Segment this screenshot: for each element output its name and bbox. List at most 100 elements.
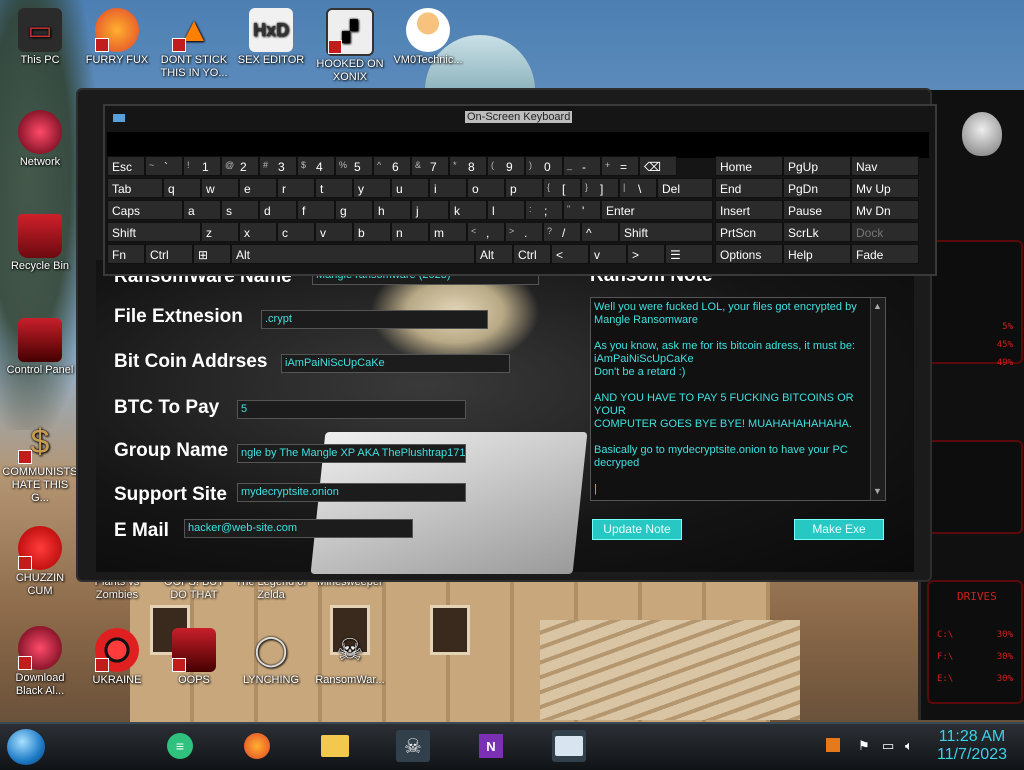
key-q[interactable]: q (163, 178, 201, 198)
key-mv-dn[interactable]: Mv Dn (851, 200, 919, 220)
btc-to-pay-field[interactable]: 5 (237, 400, 466, 419)
desktop-icon-sex-editor[interactable]: HxD SEX EDITOR (233, 8, 309, 67)
key-[interactable]: " ' (563, 200, 601, 220)
key-o[interactable]: o (467, 178, 505, 198)
desktop-icon-ransomware[interactable]: ☠ RansomWar... (312, 628, 388, 687)
key-alt[interactable]: Alt (231, 244, 475, 264)
ransomware-builder-icon[interactable]: ☠ (396, 730, 430, 762)
key-nav[interactable]: Nav (851, 156, 919, 176)
desktop-icon-vm0technic[interactable]: VM0Technic... (390, 8, 466, 67)
desktop-icon-control-panel[interactable]: Control Panel (2, 318, 78, 377)
desktop-icon-furry-fux[interactable]: FURRY FUX (79, 8, 155, 67)
file-extension-field[interactable]: .crypt (261, 310, 488, 329)
scroll-down-icon[interactable]: ▼ (873, 485, 882, 498)
key-5[interactable]: % 5 (335, 156, 373, 176)
key-1[interactable]: ! 1 (183, 156, 221, 176)
key-k[interactable]: k (449, 200, 487, 220)
key-m[interactable]: m (429, 222, 467, 242)
key-tab[interactable]: Tab (107, 178, 163, 198)
key-del[interactable]: Del (657, 178, 713, 198)
key-[interactable]: }] (581, 178, 619, 198)
key-dock[interactable]: Dock (851, 222, 919, 242)
key-prtscn[interactable]: PrtScn (715, 222, 783, 242)
key-shift[interactable]: Shift (619, 222, 713, 242)
key-r[interactable]: r (277, 178, 315, 198)
key-[interactable]: > (627, 244, 665, 264)
key-s[interactable]: s (221, 200, 259, 220)
key-enter[interactable]: Enter (601, 200, 713, 220)
key-6[interactable]: ^ 6 (373, 156, 411, 176)
key-pause[interactable]: Pause (783, 200, 851, 220)
key-8[interactable]: * 8 (449, 156, 487, 176)
key-mv-up[interactable]: Mv Up (851, 178, 919, 198)
ransom-note-textarea[interactable]: Well you were fucked LOL, your files got… (590, 297, 886, 501)
key-ctrl[interactable]: Ctrl (145, 244, 193, 264)
tray-app-icon[interactable] (826, 738, 840, 755)
bitcoin-address-field[interactable]: iAmPaiNiScUpCaKe (281, 354, 510, 373)
key-9[interactable]: (9 (487, 156, 525, 176)
start-button[interactable] (7, 729, 45, 765)
key-p[interactable]: p (505, 178, 543, 198)
key-f[interactable]: f (297, 200, 335, 220)
key-alt[interactable]: Alt (475, 244, 513, 264)
on-screen-keyboard-icon[interactable] (552, 730, 586, 762)
key-g[interactable]: g (335, 200, 373, 220)
key-options[interactable]: Options (715, 244, 783, 264)
key-end[interactable]: End (715, 178, 783, 198)
key-w[interactable]: w (201, 178, 239, 198)
key-v[interactable]: v (589, 244, 627, 264)
desktop-icon-recycle-bin[interactable]: Recycle Bin (2, 214, 78, 273)
firefox-taskbar-icon[interactable] (240, 730, 274, 762)
notes-app-icon[interactable]: ≡ (163, 730, 197, 762)
key-y[interactable]: y (353, 178, 391, 198)
key-[interactable]: _ - (563, 156, 601, 176)
desktop-icon-lynching[interactable]: ◯ LYNCHING (233, 628, 309, 687)
key-v[interactable]: v (315, 222, 353, 242)
key-[interactable]: ~ ` (145, 156, 183, 176)
key-e[interactable]: e (239, 178, 277, 198)
desktop-icon-network[interactable]: Network (2, 110, 78, 169)
key-d[interactable]: d (259, 200, 297, 220)
key-[interactable]: + = (601, 156, 639, 176)
key-4[interactable]: $4 (297, 156, 335, 176)
key-fade[interactable]: Fade (851, 244, 919, 264)
group-name-field[interactable]: ngle by The Mangle XP AKA ThePlushtrap17… (237, 444, 466, 463)
key-[interactable]: :; (525, 200, 563, 220)
desktop-icon-dont-stick[interactable]: ▲ DONT STICK THIS IN YO... (156, 8, 232, 80)
key-0[interactable]: ) 0 (525, 156, 563, 176)
key-t[interactable]: t (315, 178, 353, 198)
key-7[interactable]: & 7 (411, 156, 449, 176)
desktop-icon-download-black-al[interactable]: Download Black Al... (2, 626, 78, 698)
key-l[interactable]: l (487, 200, 525, 220)
desktop-icon-communists[interactable]: $ COMMUNISTS HATE THIS G... (2, 420, 78, 505)
onenote-icon[interactable]: N (474, 730, 508, 762)
flag-icon[interactable]: ⚑ (858, 738, 870, 754)
key-[interactable]: ? / (543, 222, 581, 242)
file-explorer-icon[interactable] (318, 730, 352, 762)
volume-icon[interactable]: 🔈︎ (905, 738, 913, 754)
key-ctrl[interactable]: Ctrl (513, 244, 551, 264)
key-fn[interactable]: Fn (107, 244, 145, 264)
key-esc[interactable]: Esc (107, 156, 145, 176)
key-b[interactable]: b (353, 222, 391, 242)
key-[interactable]: {[ (543, 178, 581, 198)
ransom-note-scrollbar[interactable]: ▲ ▼ (870, 298, 885, 500)
network-tray-icon[interactable]: ▭ (882, 738, 894, 754)
key-n[interactable]: n (391, 222, 429, 242)
key-[interactable]: ^ (581, 222, 619, 242)
key-pgup[interactable]: PgUp (783, 156, 851, 176)
key-[interactable]: <, (467, 222, 505, 242)
key-scrlk[interactable]: ScrLk (783, 222, 851, 242)
key-c[interactable]: c (277, 222, 315, 242)
key-[interactable]: >. (505, 222, 543, 242)
key-[interactable]: ⌫ (639, 156, 677, 176)
desktop-icon-hooked-on-xonix[interactable]: ▞ HOOKED ON XONIX (312, 8, 388, 84)
key-insert[interactable]: Insert (715, 200, 783, 220)
key-j[interactable]: j (411, 200, 449, 220)
key-[interactable]: < (551, 244, 589, 264)
email-field[interactable]: hacker@web-site.com (184, 519, 413, 538)
key-[interactable]: ⊞ (193, 244, 231, 264)
key-[interactable]: | \ (619, 178, 657, 198)
key-3[interactable]: #3 (259, 156, 297, 176)
key-home[interactable]: Home (715, 156, 783, 176)
